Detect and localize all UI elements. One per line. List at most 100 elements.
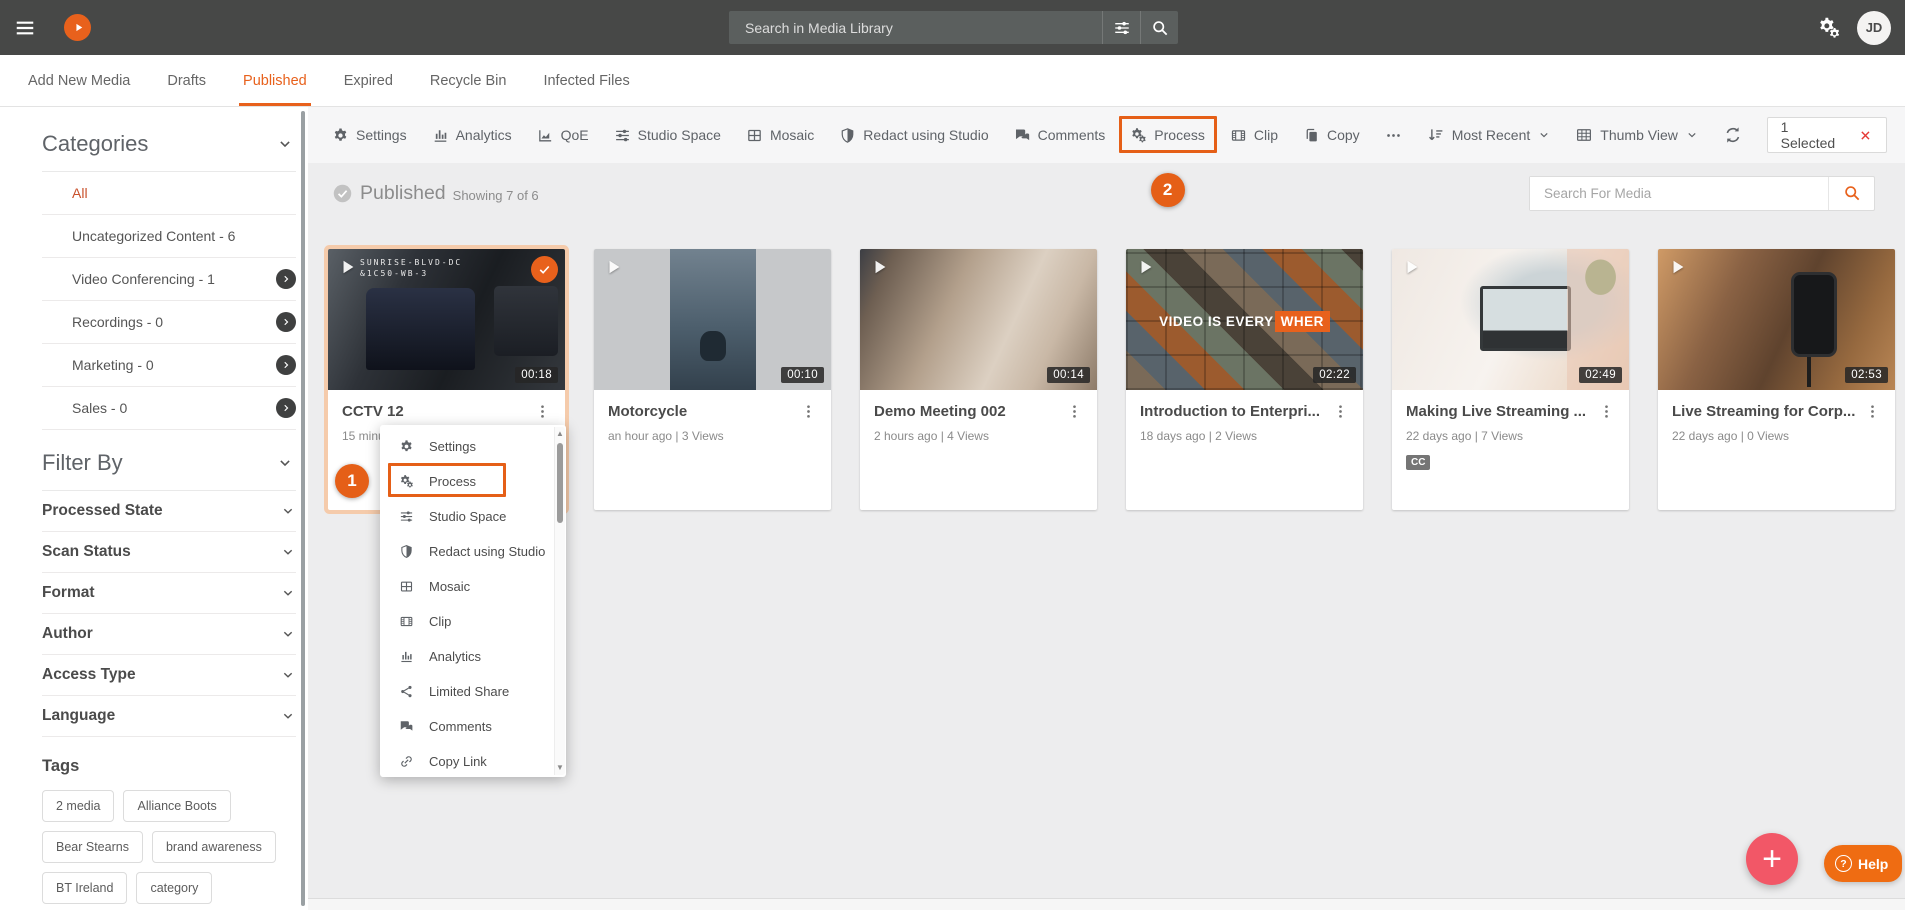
tag-chip-bt-ireland[interactable]: BT Ireland (42, 872, 127, 904)
scroll-down-arrow[interactable]: ▼ (555, 763, 565, 773)
menu-item-process[interactable]: Process1 (380, 464, 566, 499)
global-search-input[interactable] (729, 11, 1102, 44)
result-count: Showing 7 of 6 (453, 188, 539, 203)
admin-settings-icon[interactable] (1817, 16, 1841, 40)
tag-chip-bear-stearns[interactable]: Bear Stearns (42, 831, 143, 863)
horizontal-scrollbar[interactable] (308, 898, 1905, 910)
media-card-live-streaming-for-corp[interactable]: 02:53Live Streaming for Corp...22 days a… (1658, 249, 1895, 510)
kebab-menu-icon[interactable] (1066, 403, 1083, 420)
view-control[interactable]: Thumb View (1575, 126, 1699, 144)
chart-icon (399, 649, 414, 664)
media-card-demo-meeting-002[interactable]: 00:14Demo Meeting 0022 hours ago | 4 Vie… (860, 249, 1097, 510)
film-icon (1230, 127, 1247, 144)
analytics-button[interactable]: Analytics (432, 127, 512, 144)
tab-add-new-media[interactable]: Add New Media (28, 55, 130, 106)
expand-category-button[interactable] (276, 269, 296, 289)
menu-item-mosaic[interactable]: Mosaic (380, 569, 566, 604)
menu-item-settings[interactable]: Settings (380, 429, 566, 464)
media-thumbnail[interactable]: 02:53 (1658, 249, 1895, 390)
search-filter-button[interactable] (1102, 11, 1140, 44)
sidebar-category-marketing-0[interactable]: Marketing - 0 (42, 344, 296, 387)
sidebar-category-uncategorized-content-6[interactable]: Uncategorized Content - 6 (42, 215, 296, 258)
kebab-menu-icon[interactable] (1864, 403, 1881, 420)
duration-badge: 02:49 (1579, 367, 1622, 383)
kebab-menu-icon[interactable] (1598, 403, 1615, 420)
tab-drafts[interactable]: Drafts (167, 55, 206, 106)
menu-item-comments[interactable]: Comments (380, 709, 566, 744)
add-media-fab[interactable]: + (1746, 833, 1798, 885)
menu-item-clip[interactable]: Clip (380, 604, 566, 639)
context-menu-scrollbar[interactable]: ▲▼ (554, 427, 565, 775)
clip-button[interactable]: Clip (1230, 127, 1278, 144)
media-card-introduction-to-enterpri[interactable]: VIDEO IS EVERYWHER02:22Introduction to E… (1126, 249, 1363, 510)
app-logo[interactable] (64, 14, 91, 41)
filter-author[interactable]: Author (42, 614, 296, 655)
media-card-making-live-streaming[interactable]: 02:49Making Live Streaming ...22 days ag… (1392, 249, 1629, 510)
grid2-icon (399, 579, 414, 594)
menu-item-limited-share[interactable]: Limited Share (380, 674, 566, 709)
sidebar-category-sales-0[interactable]: Sales - 0 (42, 387, 296, 430)
categories-header[interactable]: Categories (42, 107, 308, 171)
filter-language[interactable]: Language (42, 696, 296, 737)
expand-category-button[interactable] (276, 398, 296, 418)
tag-chip-alliance-boots[interactable]: Alliance Boots (123, 790, 230, 822)
copy-button[interactable]: Copy (1303, 127, 1360, 144)
media-thumbnail[interactable]: 00:10 (594, 249, 831, 390)
sidebar-category-recordings-0[interactable]: Recordings - 0 (42, 301, 296, 344)
menu-item-copy-link[interactable]: Copy Link (380, 744, 566, 779)
expand-category-button[interactable] (276, 312, 296, 332)
filter-format[interactable]: Format (42, 573, 296, 614)
help-button[interactable]: ? Help (1824, 845, 1902, 882)
settings-button[interactable]: Settings (332, 127, 407, 144)
filter-label: Format (42, 584, 95, 602)
tab-infected-files[interactable]: Infected Files (543, 55, 629, 106)
scroll-up-arrow[interactable]: ▲ (555, 429, 565, 439)
kebab-menu-icon[interactable] (1332, 403, 1349, 420)
sort-label: Most Recent (1452, 127, 1531, 143)
filter-by-header[interactable]: Filter By (42, 430, 308, 490)
mosaic-button[interactable]: Mosaic (746, 127, 814, 144)
clear-selection-icon[interactable] (1858, 128, 1873, 143)
process-button[interactable]: Process2 (1130, 127, 1205, 144)
selection-count-box: 1 Selected (1767, 117, 1887, 153)
search-submit-button[interactable] (1140, 11, 1178, 44)
tag-chip-2-media[interactable]: 2 media (42, 790, 114, 822)
user-avatar[interactable]: JD (1857, 11, 1891, 45)
tab-published[interactable]: Published (243, 55, 307, 106)
chevron-down-icon (280, 503, 296, 519)
filter-scan-status[interactable]: Scan Status (42, 532, 296, 573)
menu-item-studio-space[interactable]: Studio Space (380, 499, 566, 534)
qoe-button[interactable]: QoE (537, 127, 589, 144)
sort-control[interactable]: Most Recent (1427, 126, 1552, 144)
question-icon: ? (1835, 855, 1852, 872)
media-thumbnail[interactable]: SUNRISE-BLVD-DC &1C50-WB-300:18 (328, 249, 565, 390)
expand-category-button[interactable] (276, 355, 296, 375)
redact-using-studio-button[interactable]: Redact using Studio (839, 127, 988, 144)
kebab-menu-icon[interactable] (800, 403, 817, 420)
menu-item-redact-using-studio[interactable]: Redact using Studio (380, 534, 566, 569)
kebab-menu-icon[interactable] (534, 403, 551, 420)
hamburger-menu-icon[interactable] (14, 17, 36, 39)
studio-space-button[interactable]: Studio Space (614, 127, 721, 144)
media-card-motorcycle[interactable]: 00:10Motorcyclean hour ago | 3 Views (594, 249, 831, 510)
sidebar-category-all[interactable]: All (42, 172, 296, 215)
filter-processed-state[interactable]: Processed State (42, 491, 296, 532)
menu-item-analytics[interactable]: Analytics (380, 639, 566, 674)
media-thumbnail[interactable]: 02:49 (1392, 249, 1629, 390)
sidebar-scrollbar[interactable] (301, 111, 305, 906)
more-button[interactable] (1385, 127, 1402, 144)
scrollbar-thumb[interactable] (557, 443, 563, 523)
sidebar-category-video-conferencing-1[interactable]: Video Conferencing - 1 (42, 258, 296, 301)
tab-expired[interactable]: Expired (344, 55, 393, 106)
comments-button[interactable]: Comments (1014, 127, 1106, 144)
media-search-button[interactable] (1828, 177, 1874, 210)
tab-recycle-bin[interactable]: Recycle Bin (430, 55, 507, 106)
selected-check-badge (531, 256, 558, 283)
tag-chip-category[interactable]: category (136, 872, 212, 904)
media-search-input[interactable] (1530, 177, 1828, 210)
filter-access-type[interactable]: Access Type (42, 655, 296, 696)
tag-chip-brand-awareness[interactable]: brand awareness (152, 831, 276, 863)
refresh-icon[interactable] (1723, 125, 1743, 145)
media-thumbnail[interactable]: VIDEO IS EVERYWHER02:22 (1126, 249, 1363, 390)
media-thumbnail[interactable]: 00:14 (860, 249, 1097, 390)
